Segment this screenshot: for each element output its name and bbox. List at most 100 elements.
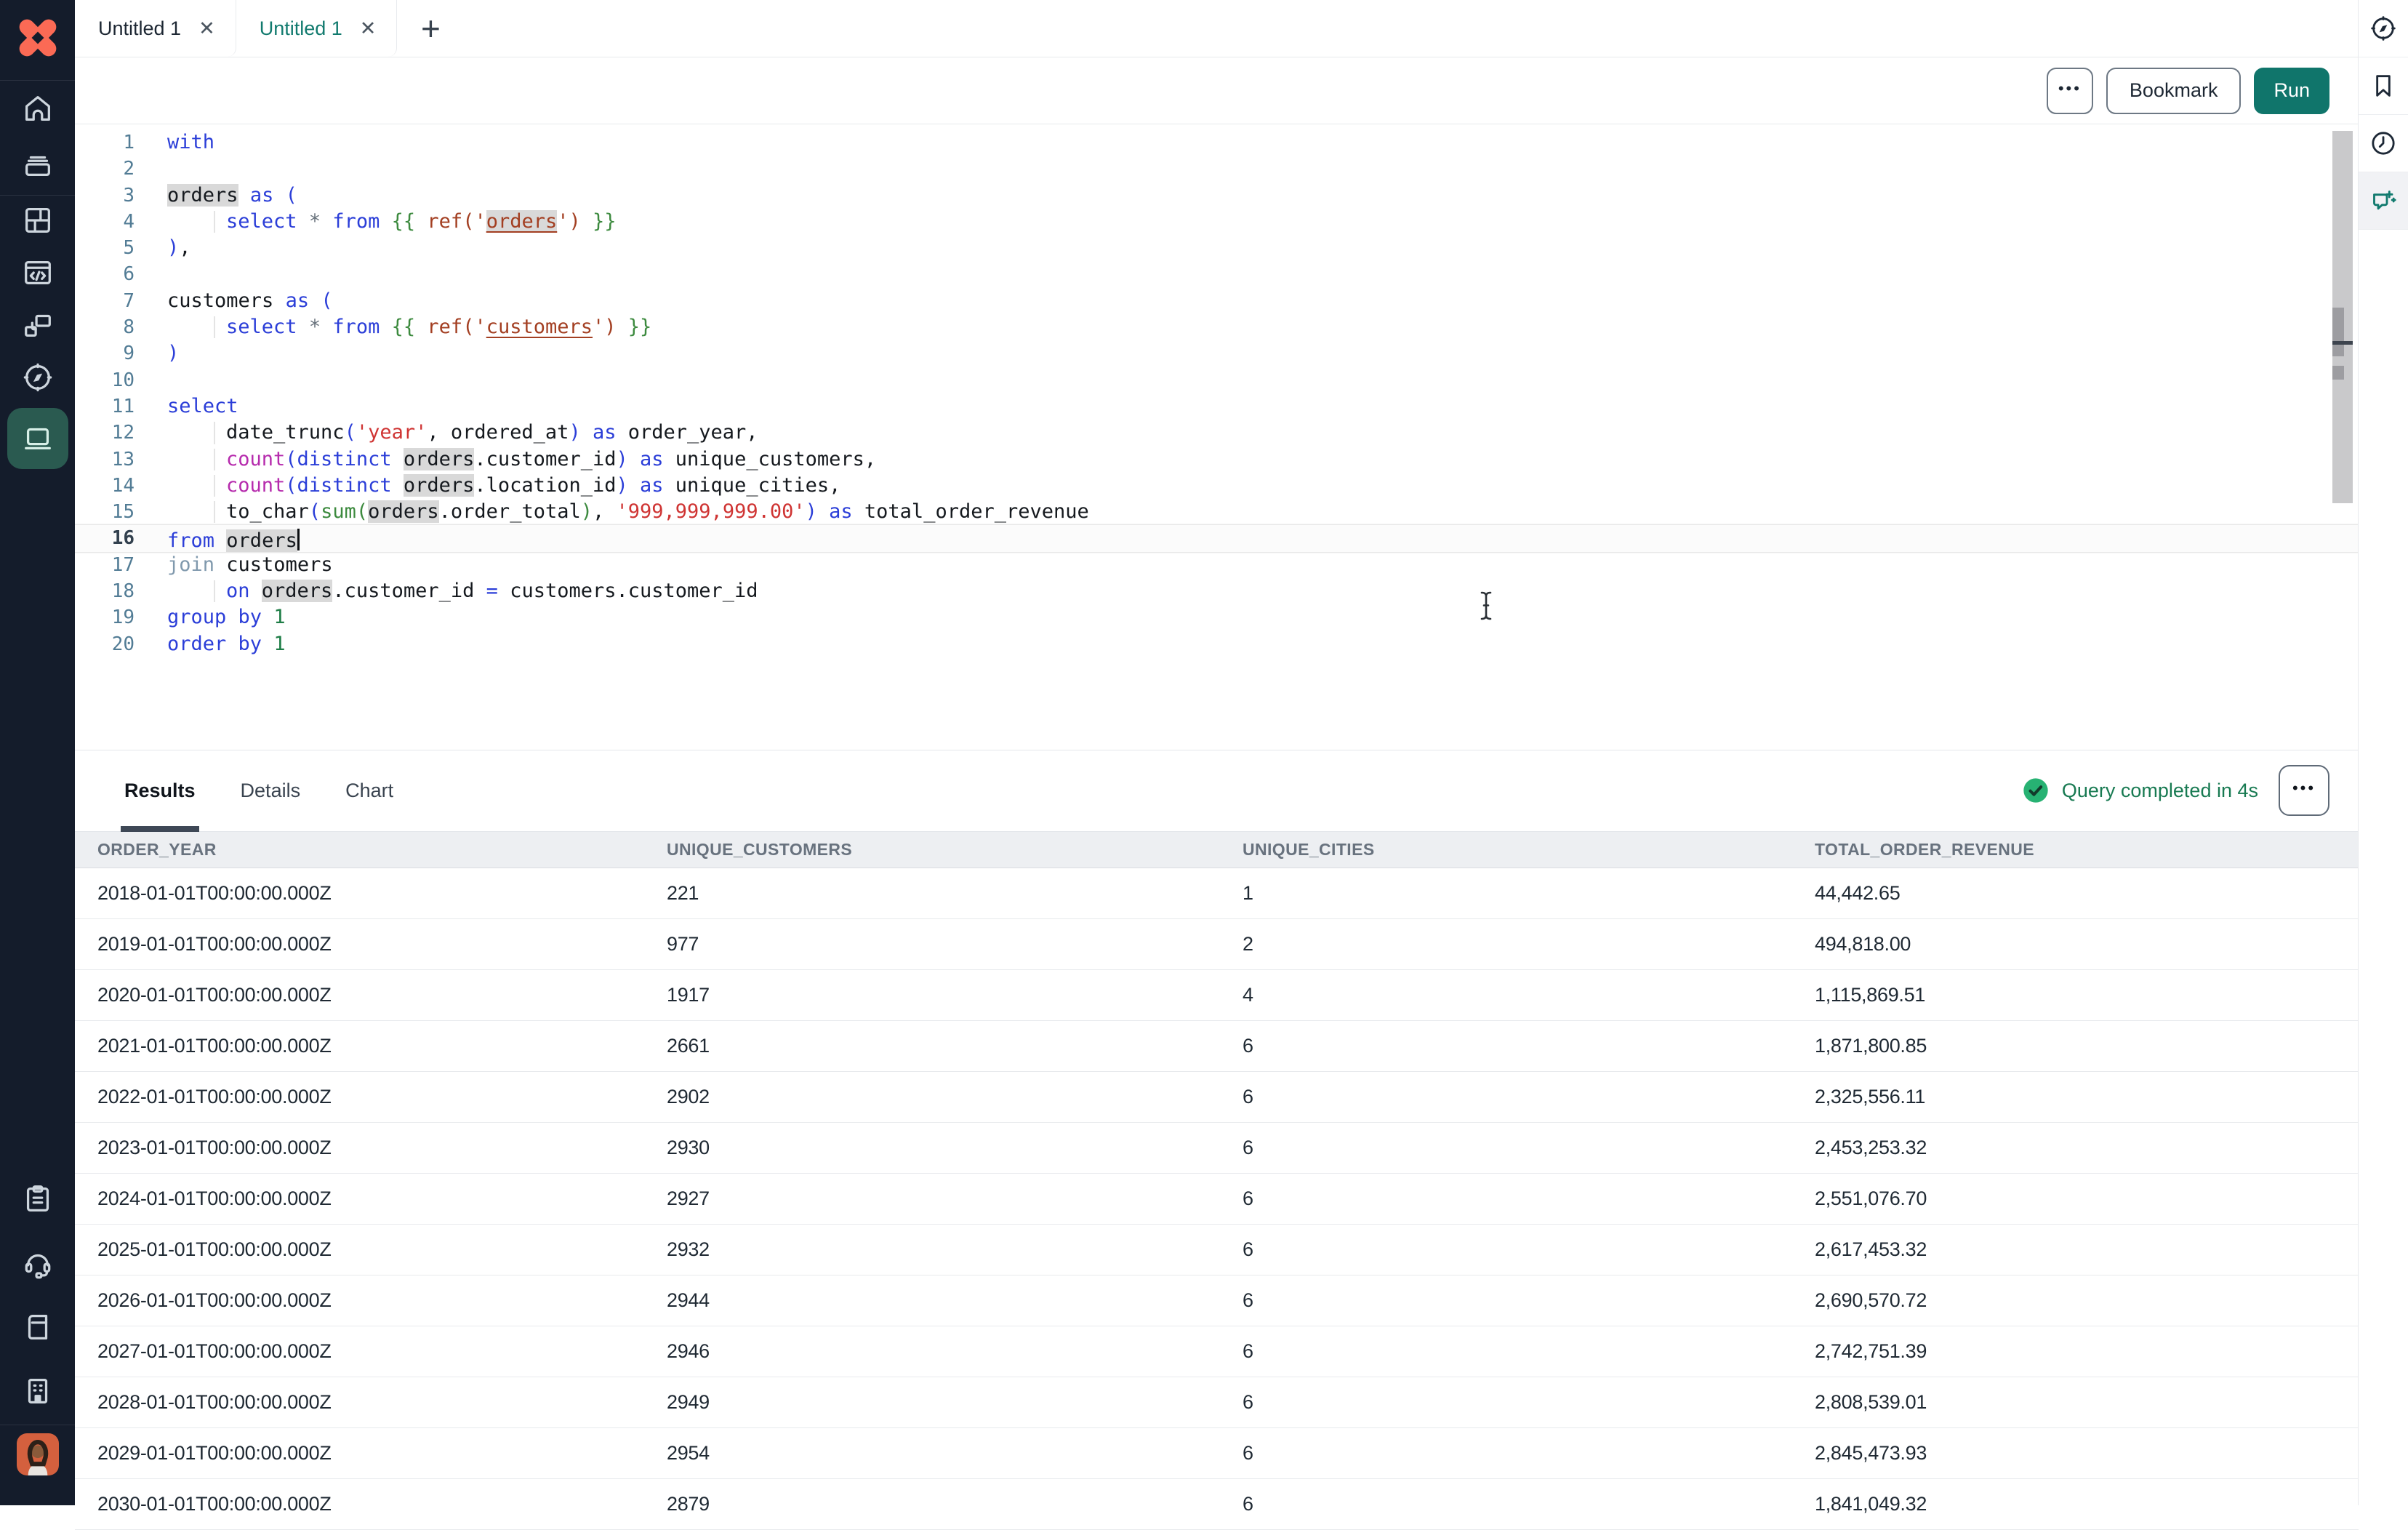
table-row[interactable]: 2018-01-01T00:00:00.000Z221144,442.65 bbox=[75, 868, 2359, 919]
code-line-3[interactable]: 3orders as ( bbox=[75, 183, 2359, 209]
table-row[interactable]: 2030-01-01T00:00:00.000Z287961,841,049.3… bbox=[75, 1479, 2359, 1530]
indent-guide bbox=[167, 446, 226, 473]
right-sidebar-item-bookmark[interactable] bbox=[2359, 57, 2408, 115]
tab-untitled-2[interactable]: Untitled 1 ✕ bbox=[236, 0, 398, 57]
sidebar-item-clipboard[interactable] bbox=[0, 1169, 75, 1233]
close-icon[interactable]: ✕ bbox=[360, 19, 377, 39]
tab-untitled-1[interactable]: Untitled 1 ✕ bbox=[75, 0, 236, 57]
code-token: from bbox=[332, 210, 380, 233]
table-cell: 6 bbox=[1220, 1035, 1792, 1057]
code-token: 1 bbox=[273, 606, 285, 628]
sidebar-item-tray[interactable] bbox=[0, 138, 75, 195]
code-line-14[interactable]: 14count(distinct orders.location_id) as … bbox=[75, 473, 2359, 499]
more-options-button[interactable]: ••• bbox=[2047, 68, 2093, 114]
table-row[interactable]: 2027-01-01T00:00:00.000Z294662,742,751.3… bbox=[75, 1326, 2359, 1377]
hex-logo[interactable] bbox=[12, 12, 64, 64]
code-line-10[interactable]: 10 bbox=[75, 367, 2359, 393]
sidebar-item-windows[interactable] bbox=[0, 300, 75, 353]
code-line-9[interactable]: 9) bbox=[75, 340, 2359, 367]
sidebar-item-headset[interactable] bbox=[0, 1233, 75, 1297]
table-cell: 2954 bbox=[644, 1442, 1220, 1465]
sidebar-item-compass[interactable] bbox=[0, 353, 75, 405]
code-token bbox=[415, 316, 427, 338]
table-row[interactable]: 2021-01-01T00:00:00.000Z266161,871,800.8… bbox=[75, 1021, 2359, 1072]
code-token bbox=[617, 316, 628, 338]
table-row[interactable]: 2019-01-01T00:00:00.000Z9772494,818.00 bbox=[75, 919, 2359, 970]
code-line-17[interactable]: 17join customers bbox=[75, 552, 2359, 578]
code-token: ) bbox=[616, 474, 627, 497]
code-line-15[interactable]: 15to_char(sum(orders.order_total), '999,… bbox=[75, 499, 2359, 525]
sidebar-divider bbox=[0, 80, 75, 81]
sidebar-item-home[interactable] bbox=[0, 81, 75, 138]
code-line-16[interactable]: 16from orders bbox=[75, 525, 2359, 551]
code-token: order_year, bbox=[617, 421, 758, 444]
code-line-20[interactable]: 20order by 1 bbox=[75, 631, 2359, 657]
right-sidebar-item-compass[interactable] bbox=[2359, 0, 2408, 57]
right-sidebar-item-ai-chat[interactable] bbox=[2359, 172, 2408, 230]
table-cell: 2,845,473.93 bbox=[1792, 1442, 2359, 1465]
code-token: unique_customers, bbox=[664, 448, 877, 470]
table-row[interactable]: 2029-01-01T00:00:00.000Z295462,845,473.9… bbox=[75, 1428, 2359, 1479]
results-more-button[interactable]: ••• bbox=[2279, 765, 2329, 816]
sidebar-item-grid[interactable] bbox=[0, 196, 75, 248]
table-cell: 44,442.65 bbox=[1792, 882, 2359, 905]
scrollbar-occurrence-mark bbox=[2332, 366, 2344, 380]
bookmark-button[interactable]: Bookmark bbox=[2106, 68, 2242, 114]
code-token: select bbox=[167, 395, 238, 417]
code-token: orders bbox=[262, 580, 333, 602]
compass-icon bbox=[21, 361, 55, 398]
table-cell: 494,818.00 bbox=[1792, 933, 2359, 956]
table-row[interactable]: 2028-01-01T00:00:00.000Z294962,808,539.0… bbox=[75, 1377, 2359, 1428]
right-sidebar-item-history[interactable] bbox=[2359, 115, 2408, 172]
table-row[interactable]: 2022-01-01T00:00:00.000Z290262,325,556.1… bbox=[75, 1072, 2359, 1123]
code-token: , bbox=[179, 236, 190, 259]
column-header-total_order_revenue[interactable]: TOTAL_ORDER_REVENUE bbox=[1792, 840, 2359, 860]
user-avatar[interactable] bbox=[0, 1425, 75, 1483]
line-number: 18 bbox=[75, 578, 135, 604]
sql-editor[interactable]: 1with23orders as (4select * from {{ ref(… bbox=[75, 125, 2359, 749]
code-line-1[interactable]: 1with bbox=[75, 129, 2359, 156]
column-header-unique_cities[interactable]: UNIQUE_CITIES bbox=[1220, 840, 1792, 860]
line-number: 5 bbox=[75, 235, 135, 261]
column-header-unique_customers[interactable]: UNIQUE_CUSTOMERS bbox=[644, 840, 1220, 860]
results-tab-details[interactable]: Details bbox=[241, 750, 301, 831]
sidebar-item-laptop[interactable] bbox=[0, 405, 75, 472]
table-row[interactable]: 2023-01-01T00:00:00.000Z293062,453,253.3… bbox=[75, 1123, 2359, 1174]
table-row[interactable]: 2024-01-01T00:00:00.000Z292762,551,076.7… bbox=[75, 1174, 2359, 1225]
code-line-6[interactable]: 6 bbox=[75, 261, 2359, 287]
results-tab-chart[interactable]: Chart bbox=[345, 750, 393, 831]
new-tab-button[interactable]: + bbox=[397, 0, 464, 57]
code-token: ( bbox=[345, 421, 356, 444]
sidebar-item-code-window[interactable] bbox=[0, 248, 75, 300]
editor-scrollbar-thumb[interactable] bbox=[2332, 131, 2353, 503]
code-line-13[interactable]: 13count(distinct orders.customer_id) as … bbox=[75, 446, 2359, 473]
code-line-4[interactable]: 4select * from {{ ref('orders') }} bbox=[75, 209, 2359, 235]
results-tab-results[interactable]: Results bbox=[124, 750, 196, 831]
table-cell: 2932 bbox=[644, 1238, 1220, 1261]
table-row[interactable]: 2026-01-01T00:00:00.000Z294462,690,570.7… bbox=[75, 1275, 2359, 1326]
code-line-2[interactable]: 2 bbox=[75, 156, 2359, 182]
code-token: as bbox=[640, 448, 664, 470]
code-line-19[interactable]: 19group by 1 bbox=[75, 604, 2359, 630]
table-cell: 2946 bbox=[644, 1340, 1220, 1363]
code-token: , bbox=[593, 500, 617, 523]
line-text: select * from {{ ref('customers') }} bbox=[167, 314, 651, 340]
code-line-5[interactable]: 5), bbox=[75, 235, 2359, 261]
code-token bbox=[297, 316, 309, 338]
code-line-7[interactable]: 7customers as ( bbox=[75, 288, 2359, 314]
results-toolbar: ResultsDetailsChart Query completed in 4… bbox=[75, 750, 2359, 832]
home-icon bbox=[21, 92, 55, 129]
column-header-order_year[interactable]: ORDER_YEAR bbox=[75, 840, 644, 860]
code-line-12[interactable]: 12date_trunc('year', ordered_at) as orde… bbox=[75, 420, 2359, 446]
table-cell: 2,453,253.32 bbox=[1792, 1137, 2359, 1159]
code-line-11[interactable]: 11select bbox=[75, 393, 2359, 420]
code-line-18[interactable]: 18on orders.customer_id = customers.cust… bbox=[75, 578, 2359, 604]
close-icon[interactable]: ✕ bbox=[198, 19, 215, 39]
sidebar-item-book[interactable] bbox=[0, 1297, 75, 1361]
code-token: as bbox=[286, 289, 310, 312]
sidebar-item-building[interactable] bbox=[0, 1361, 75, 1425]
code-line-8[interactable]: 8select * from {{ ref('customers') }} bbox=[75, 314, 2359, 340]
table-row[interactable]: 2020-01-01T00:00:00.000Z191741,115,869.5… bbox=[75, 970, 2359, 1021]
table-row[interactable]: 2025-01-01T00:00:00.000Z293262,617,453.3… bbox=[75, 1225, 2359, 1275]
run-button[interactable]: Run bbox=[2254, 68, 2329, 114]
